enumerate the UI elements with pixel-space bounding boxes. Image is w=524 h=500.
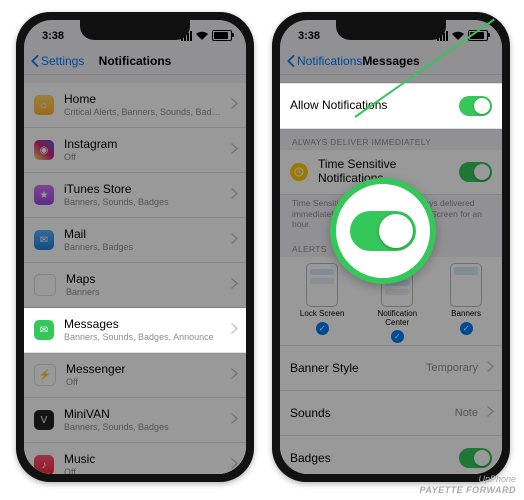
chevron-right-icon: [231, 96, 238, 114]
app-name: MiniVAN: [64, 408, 169, 422]
screen-left: 3:38 Settings Notifications ⌂ HomeCritica…: [24, 20, 246, 474]
chevron-right-icon: [231, 276, 238, 294]
chevron-right-icon: [487, 404, 494, 422]
itunes-icon: ★: [34, 185, 54, 205]
app-name: Instagram: [64, 138, 117, 152]
maps-icon: ⌖: [34, 274, 56, 296]
app-row-music[interactable]: ♪ MusicOff: [24, 443, 246, 474]
back-label: Settings: [41, 54, 84, 68]
time-sensitive-toggle[interactable]: [459, 162, 492, 182]
nav-title: Notifications: [99, 54, 172, 68]
app-sub: Off: [64, 152, 117, 162]
status-time: 3:38: [42, 30, 64, 42]
chevron-right-icon: [231, 366, 238, 384]
chevron-left-icon: [286, 55, 295, 67]
app-sub: Critical Alerts, Banners, Sounds, Badges…: [64, 107, 224, 117]
badges-row[interactable]: Badges: [280, 436, 502, 474]
watermark: UpPhonePAYETTE FORWARD: [419, 474, 516, 496]
app-row-home[interactable]: ⌂ HomeCritical Alerts, Banners, Sounds, B…: [24, 83, 246, 128]
app-list[interactable]: ⌂ HomeCritical Alerts, Banners, Sounds, B…: [24, 83, 246, 474]
sounds-value: Note: [455, 407, 478, 419]
messenger-icon: ⚡: [34, 364, 56, 386]
allow-notifications-row[interactable]: Allow Notifications: [280, 83, 502, 129]
chevron-right-icon: [487, 359, 494, 377]
app-row-minivan[interactable]: V MiniVANBanners, Sounds, Badges: [24, 398, 246, 443]
app-row-messages[interactable]: ✉ MessagesBanners, Sounds, Badges, Announ…: [24, 308, 246, 353]
badges-toggle[interactable]: [459, 448, 492, 468]
app-sub: Banners, Sounds, Badges: [64, 197, 169, 207]
minivan-icon: V: [34, 410, 54, 430]
check-icon: ✓: [460, 322, 473, 335]
banner-style-value: Temporary: [426, 362, 478, 374]
app-name: Home: [64, 93, 224, 107]
allow-notifications-label: Allow Notifications: [290, 99, 387, 113]
app-sub: Banners, Sounds, Badges: [64, 422, 169, 432]
notch: [336, 20, 446, 40]
nav-title: Messages: [362, 54, 419, 68]
app-sub: Off: [66, 377, 125, 387]
nav-bar: Settings Notifications: [24, 48, 246, 75]
alert-lock-screen[interactable]: Lock Screen ✓: [300, 263, 344, 344]
app-row-itunes[interactable]: ★ iTunes StoreBanners, Sounds, Badges: [24, 173, 246, 218]
app-name: Messages: [64, 318, 214, 332]
app-row-messenger[interactable]: ⚡ MessengerOff: [24, 353, 246, 398]
check-icon: ✓: [391, 330, 404, 343]
app-name: Music: [64, 453, 95, 467]
battery-icon: [212, 30, 232, 41]
app-sub: Banners, Badges: [64, 242, 133, 252]
app-name: Mail: [64, 228, 133, 242]
music-icon: ♪: [34, 455, 54, 474]
messages-icon: ✉: [34, 320, 54, 340]
chevron-right-icon: [231, 411, 238, 429]
back-label: Notifications: [297, 54, 362, 68]
app-sub: Banners: [66, 287, 100, 297]
chevron-right-icon: [231, 456, 238, 474]
home-icon: ⌂: [34, 95, 54, 115]
app-sub: Banners, Sounds, Badges, Announce: [64, 332, 214, 342]
phone-left: 3:38 Settings Notifications ⌂ HomeCritica…: [16, 12, 254, 482]
chevron-left-icon: [30, 55, 39, 67]
alert-banners[interactable]: Banners ✓: [450, 263, 482, 344]
sounds-row[interactable]: Sounds Note: [280, 391, 502, 436]
wifi-icon: [452, 31, 464, 40]
app-name: Maps: [66, 273, 100, 287]
section-immediate: ALWAYS DELIVER IMMEDIATELY: [280, 129, 502, 150]
clock-icon: [290, 163, 308, 181]
app-name: Messenger: [66, 363, 125, 377]
chevron-right-icon: [231, 186, 238, 204]
chevron-right-icon: [231, 231, 238, 249]
chevron-right-icon: [231, 141, 238, 159]
notch: [80, 20, 190, 40]
nav-bar: Notifications Messages: [280, 48, 502, 75]
allow-notifications-toggle[interactable]: [459, 96, 492, 116]
app-sub: Off: [64, 467, 95, 474]
status-time: 3:38: [298, 30, 320, 42]
battery-icon: [468, 30, 488, 41]
wifi-icon: [196, 31, 208, 40]
chevron-right-icon: [231, 321, 238, 339]
app-name: iTunes Store: [64, 183, 169, 197]
check-icon: ✓: [316, 322, 329, 335]
app-row-instagram[interactable]: ◉ InstagramOff: [24, 128, 246, 173]
app-row-mail[interactable]: ✉ MailBanners, Badges: [24, 218, 246, 263]
callout-toggle: [330, 178, 436, 284]
back-button[interactable]: Notifications: [286, 54, 362, 68]
back-button[interactable]: Settings: [30, 54, 84, 68]
app-row-maps[interactable]: ⌖ MapsBanners: [24, 263, 246, 308]
mail-icon: ✉: [34, 230, 54, 250]
banner-style-row[interactable]: Banner Style Temporary: [280, 346, 502, 391]
instagram-icon: ◉: [34, 140, 54, 160]
